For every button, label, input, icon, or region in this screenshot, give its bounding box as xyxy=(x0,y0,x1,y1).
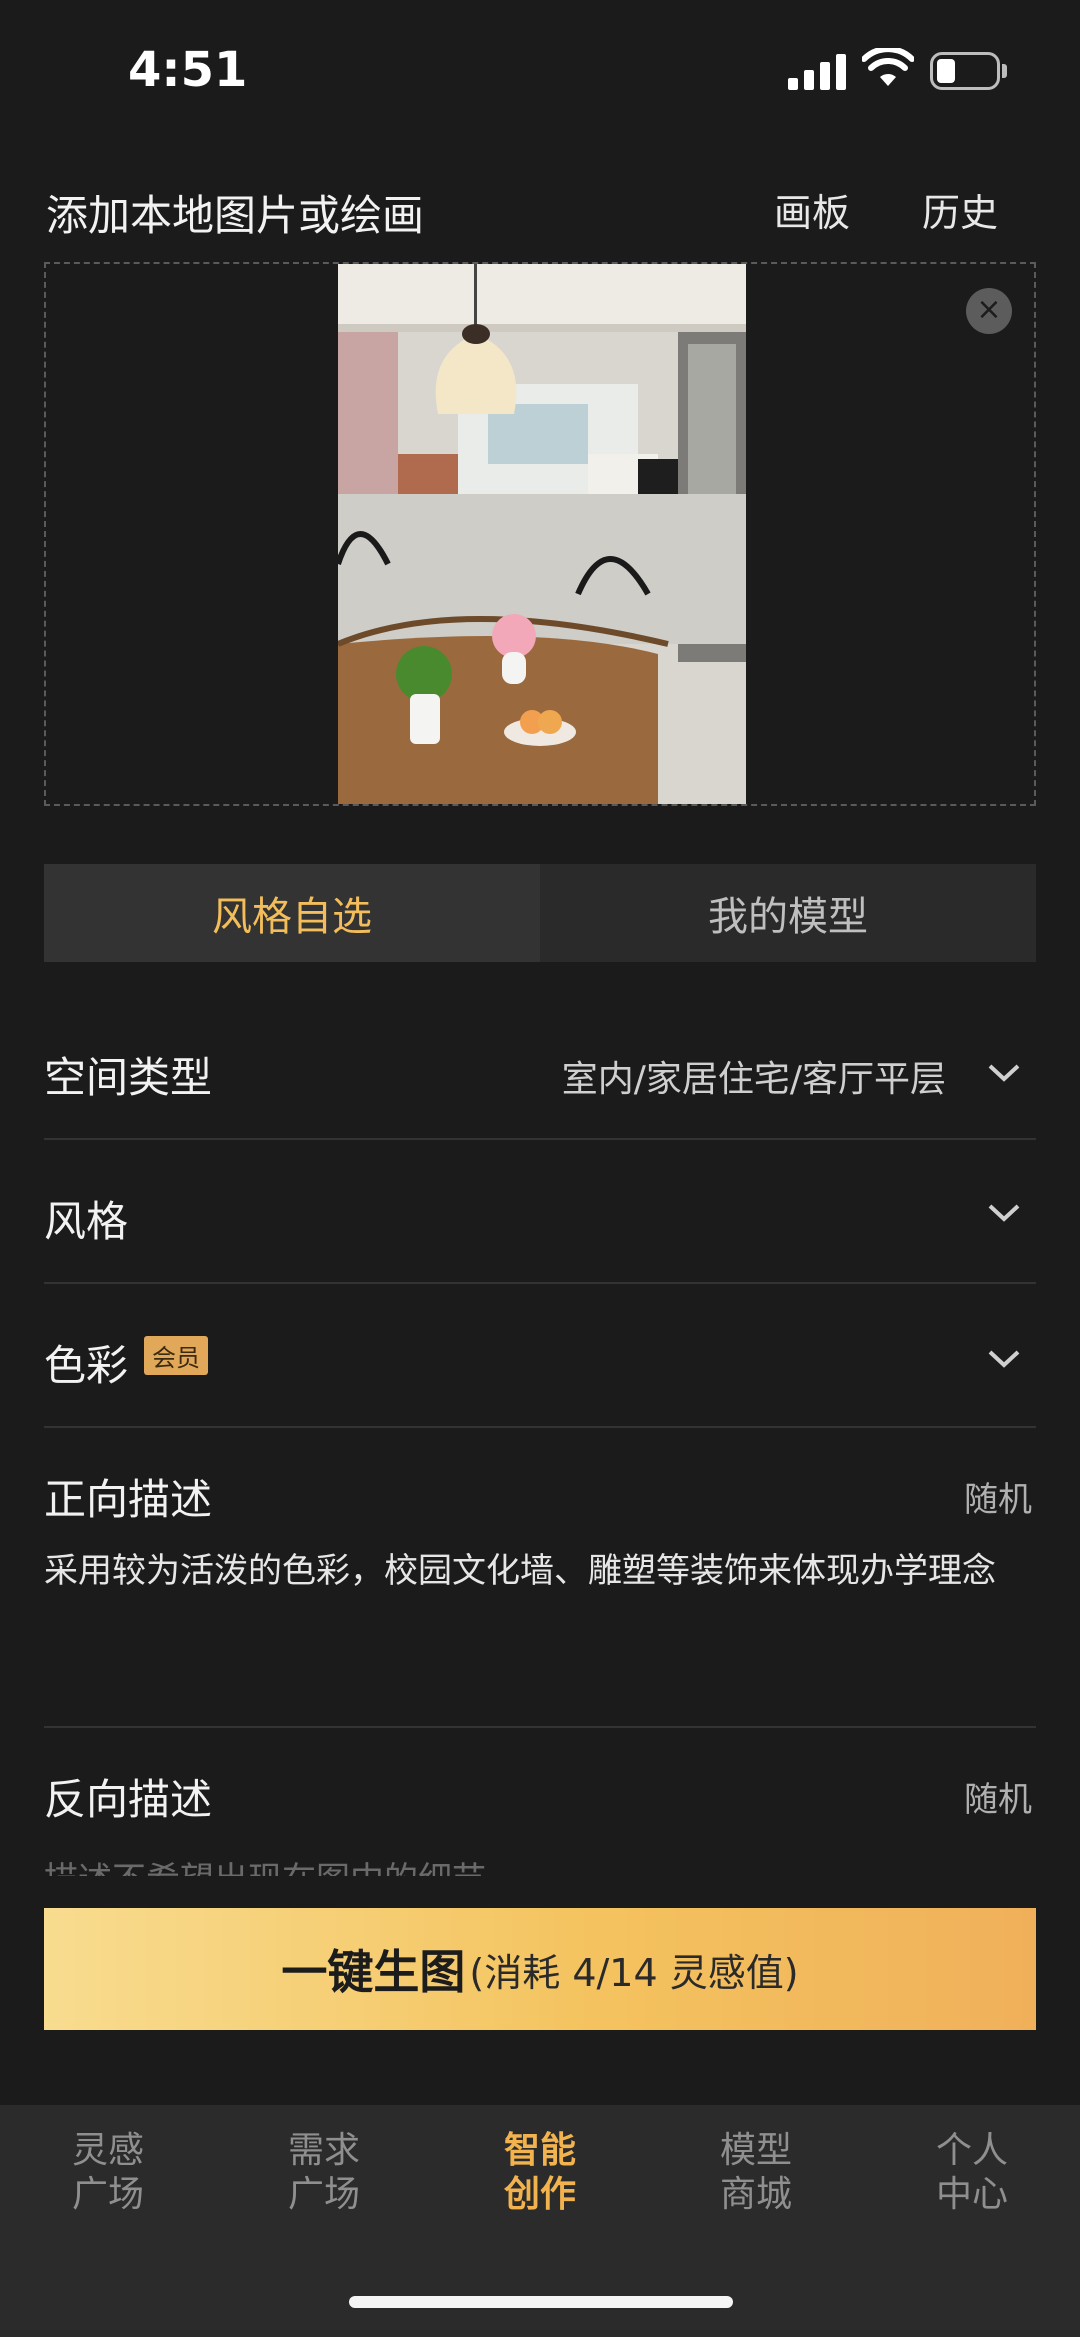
positive-random-button[interactable]: 随机 xyxy=(964,1472,1032,1521)
generate-cost: (消耗 4/14 灵感值) xyxy=(469,1950,799,1995)
negative-prompt-input[interactable]: 描述不希望出现在图中的细节 xyxy=(44,1856,486,1876)
tab-my-models[interactable]: 我的模型 xyxy=(540,864,1036,962)
generate-label: 一键生图 xyxy=(281,1945,466,1999)
home-indicator[interactable] xyxy=(349,2296,733,2308)
negative-prompt-label: 反向描述 xyxy=(44,1775,213,1824)
negative-prompt-section: 反向描述 随机 描述不希望出现在图中的细节 xyxy=(44,1730,1036,1880)
tab-model-store[interactable]: 模型 商城 xyxy=(696,2129,816,2217)
header: 添加本地图片或绘画 画板 历史 xyxy=(46,176,1036,246)
positive-prompt-input[interactable]: 采用较为活泼的色彩，校园文化墙、雕塑等装饰来体现办学理念 xyxy=(44,1544,1034,1598)
style-row[interactable]: 风格 xyxy=(44,1142,1036,1284)
cellular-signal-icon xyxy=(788,52,846,90)
board-button[interactable]: 画板 xyxy=(774,182,850,237)
chevron-down-icon xyxy=(988,1204,1020,1222)
space-type-value: 室内/家居住宅/客厅平层 xyxy=(561,1059,946,1100)
image-upload-area[interactable]: × xyxy=(44,262,1036,806)
status-bar: 4:51 xyxy=(0,0,1080,140)
positive-prompt-label: 正向描述 xyxy=(44,1475,213,1524)
battery-icon xyxy=(930,52,1008,90)
vip-badge: 会员 xyxy=(144,1336,208,1375)
mode-segment: 风格自选 我的模型 xyxy=(44,864,1036,962)
chevron-down-icon xyxy=(988,1064,1020,1082)
status-time: 4:51 xyxy=(128,42,248,98)
color-row[interactable]: 色彩 会员 xyxy=(44,1286,1036,1428)
space-type-row[interactable]: 空间类型 室内/家居住宅/客厅平层 xyxy=(44,1010,1036,1140)
tab-inspiration-square[interactable]: 灵感 广场 xyxy=(48,2129,168,2217)
tab-style-select[interactable]: 风格自选 xyxy=(44,864,540,962)
chevron-down-icon xyxy=(988,1350,1020,1368)
space-type-label: 空间类型 xyxy=(44,1053,213,1102)
tab-smart-create[interactable]: 智能 创作 xyxy=(480,2129,600,2217)
negative-random-button[interactable]: 随机 xyxy=(964,1772,1032,1821)
color-label: 色彩 xyxy=(44,1341,129,1390)
generate-button[interactable]: 一键生图 (消耗 4/14 灵感值) xyxy=(44,1908,1036,2030)
uploaded-image xyxy=(338,264,746,804)
tab-demand-square[interactable]: 需求 广场 xyxy=(264,2129,384,2217)
style-label: 风格 xyxy=(44,1197,129,1246)
remove-image-button[interactable]: × xyxy=(966,288,1012,334)
page-title: 添加本地图片或绘画 xyxy=(46,191,425,240)
wifi-icon xyxy=(862,48,914,86)
positive-prompt-section: 正向描述 随机 采用较为活泼的色彩，校园文化墙、雕塑等装饰来体现办学理念 xyxy=(44,1430,1036,1728)
history-button[interactable]: 历史 xyxy=(922,182,998,237)
tab-personal-center[interactable]: 个人 中心 xyxy=(912,2129,1032,2217)
